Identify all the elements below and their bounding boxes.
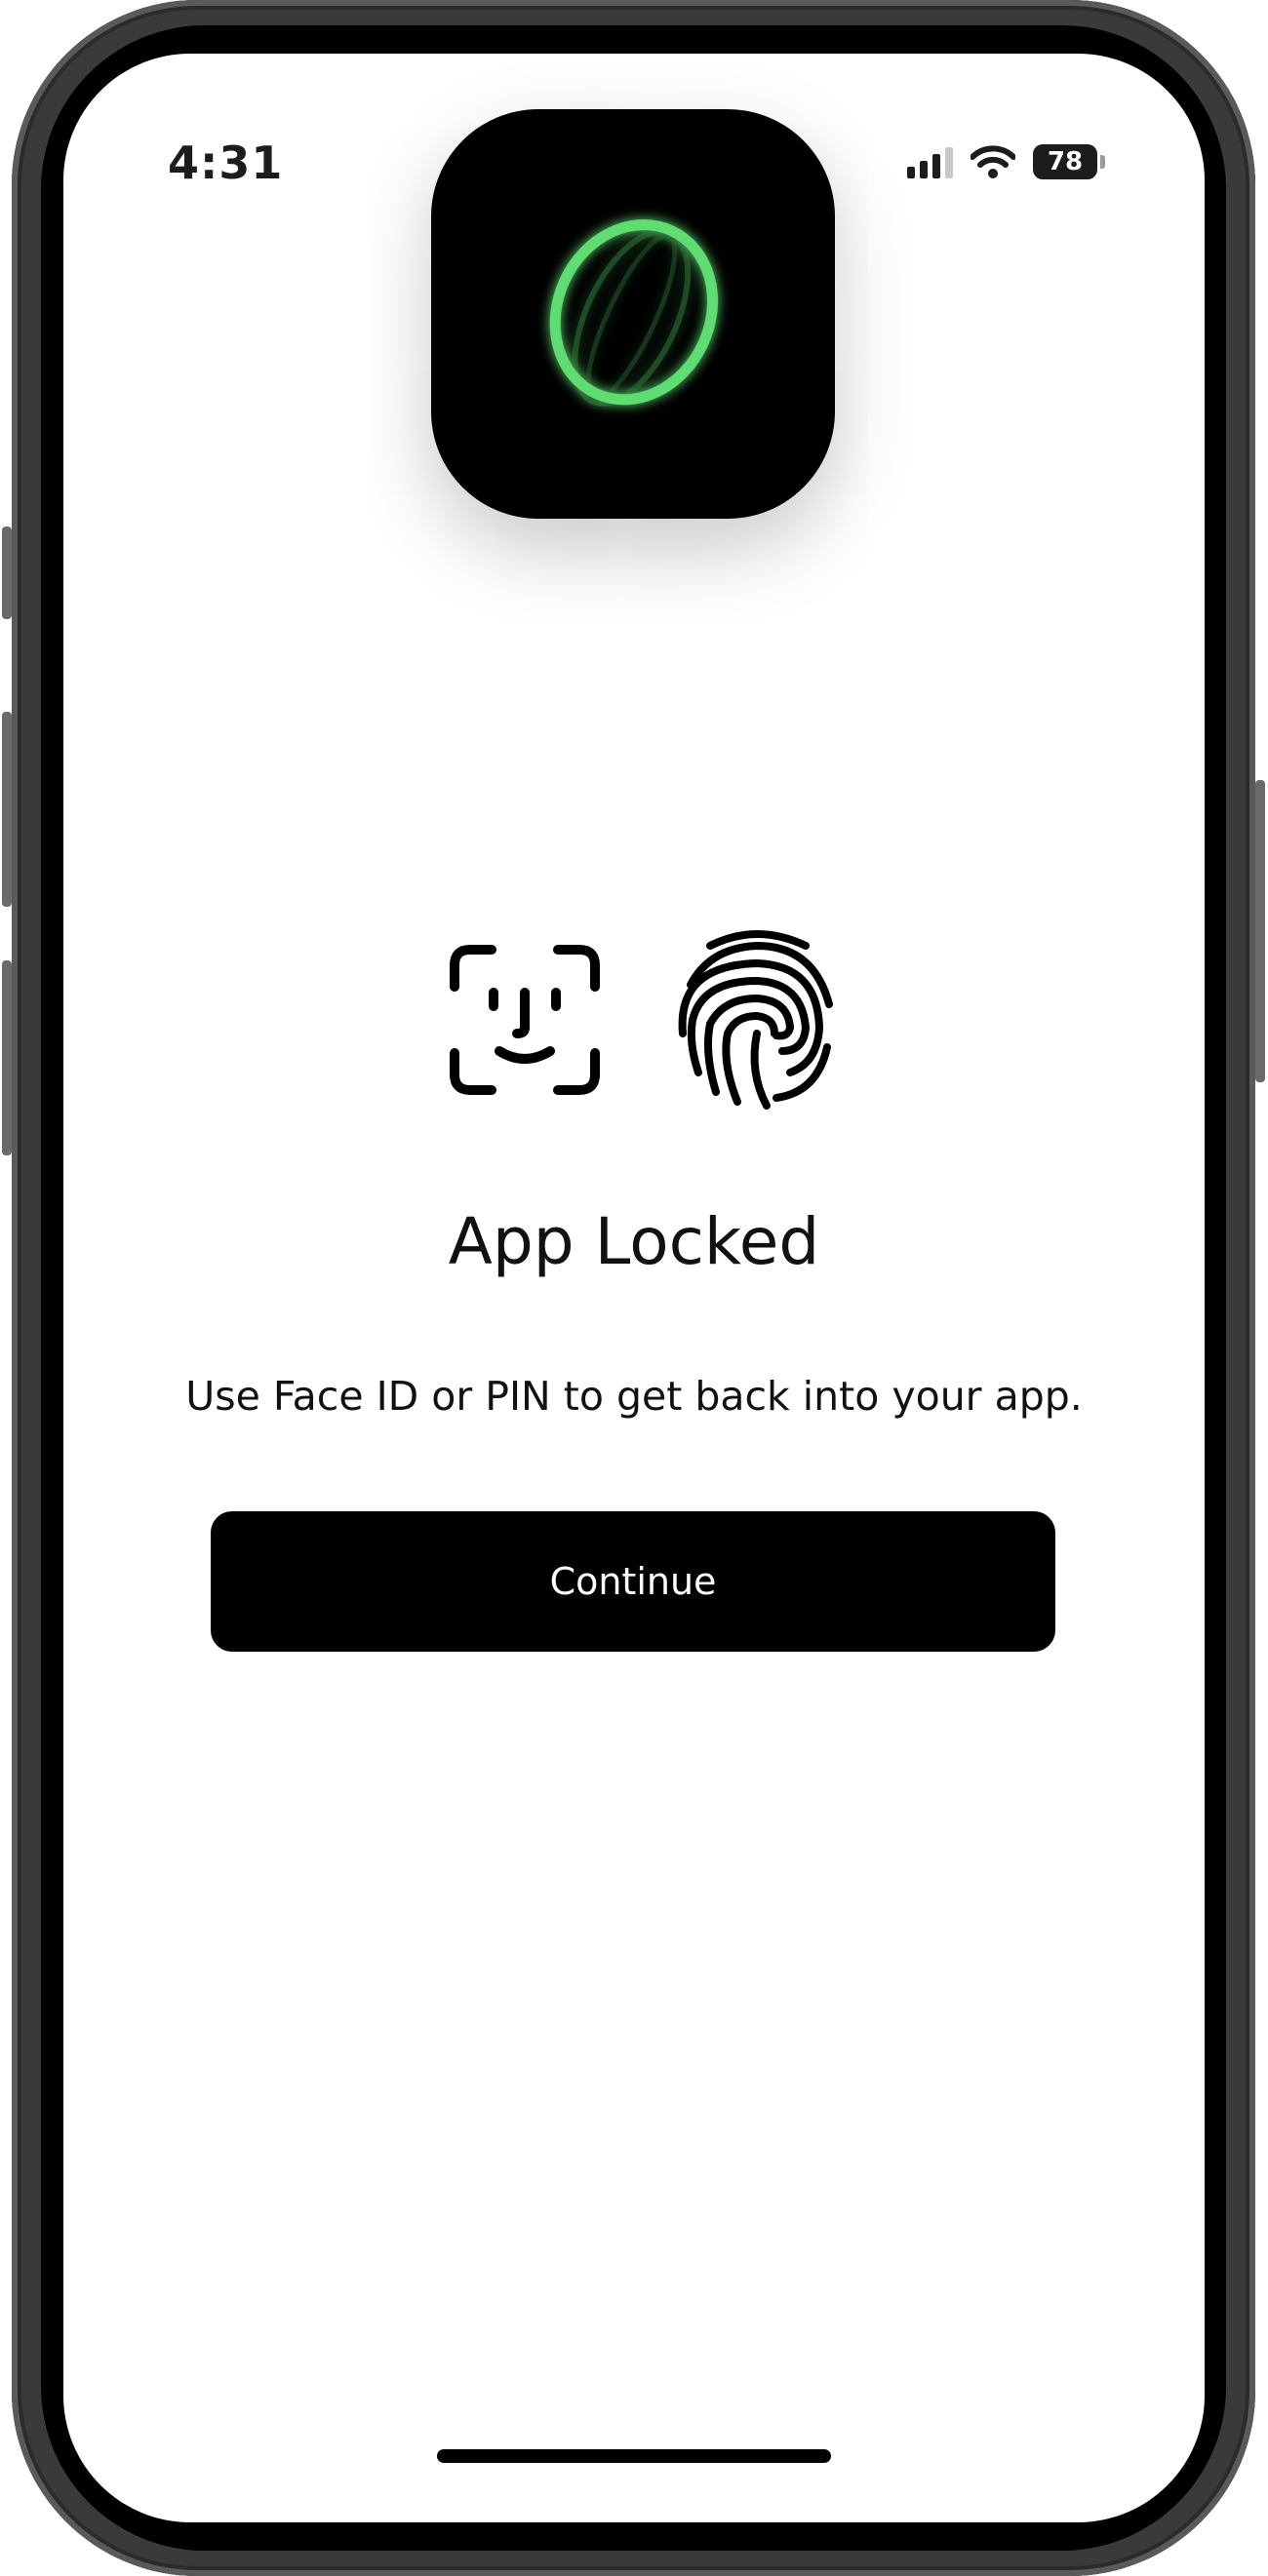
wifi-icon xyxy=(971,145,1015,178)
status-icons: 78 xyxy=(907,144,1105,179)
volume-up-button xyxy=(2,712,12,907)
face-id-icon xyxy=(450,945,600,1095)
app-icon xyxy=(431,109,835,519)
home-indicator[interactable] xyxy=(437,2449,831,2463)
status-time: 4:31 xyxy=(168,137,284,189)
cellular-signal-icon xyxy=(907,145,953,178)
lock-message: Use Face ID or PIN to get back into your… xyxy=(185,1373,1083,1420)
side-button xyxy=(2,527,12,619)
battery-icon: 78 xyxy=(1033,144,1105,179)
fingerprint-icon xyxy=(678,930,833,1110)
page-title: App Locked xyxy=(448,1204,820,1279)
continue-button[interactable]: Continue xyxy=(211,1511,1055,1652)
power-button xyxy=(1255,780,1265,1082)
green-ring-logo-icon xyxy=(549,219,719,407)
volume-down-button xyxy=(2,960,12,1155)
auth-method-icons xyxy=(449,926,839,1112)
